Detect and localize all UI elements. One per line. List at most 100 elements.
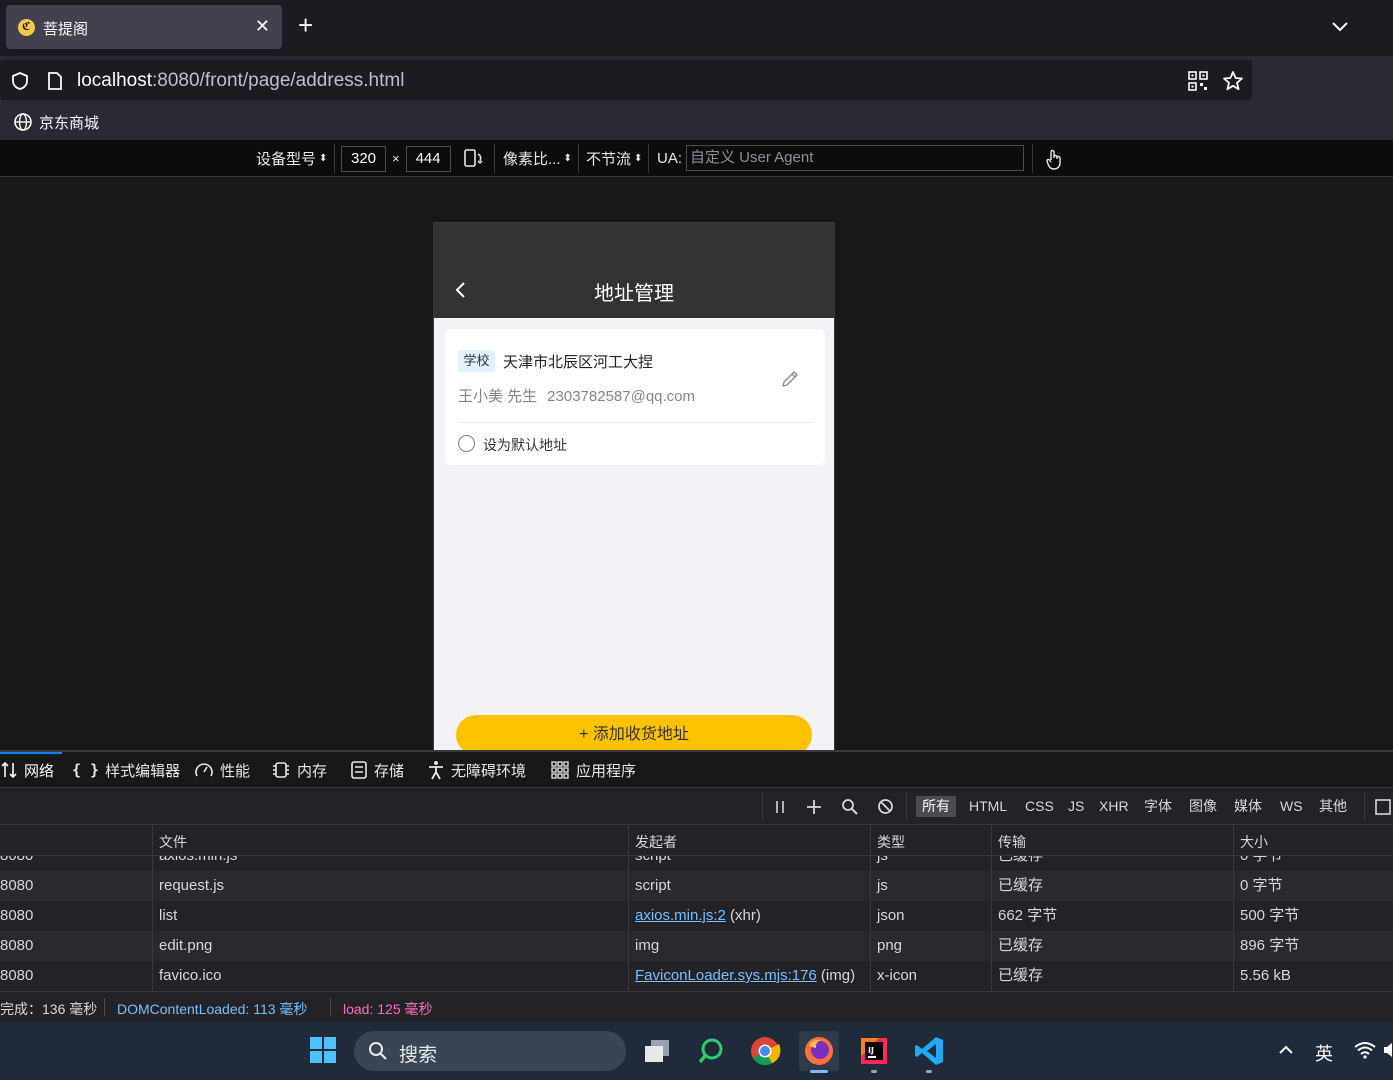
qr-code-icon[interactable] <box>1188 71 1208 91</box>
touch-simulation-icon[interactable] <box>1044 148 1064 170</box>
tab-label: 样式编辑器 <box>105 762 181 780</box>
column-size[interactable]: 大小 <box>1233 825 1393 856</box>
cell-transfer: 662 字节 <box>991 901 1233 931</box>
task-view-icon[interactable] <box>637 1031 677 1071</box>
search-app-icon[interactable] <box>691 1031 731 1071</box>
filter-html[interactable]: HTML <box>963 796 1013 817</box>
filter-all[interactable]: 所有 <box>916 796 956 817</box>
default-address-radio[interactable] <box>458 435 475 452</box>
search-placeholder: 搜索 <box>399 1045 438 1066</box>
edit-pencil-icon[interactable] <box>780 369 800 389</box>
toolbar-divider <box>494 144 495 173</box>
search-icon[interactable] <box>841 788 859 825</box>
address-tag-badge: 学校 <box>458 350 495 372</box>
wifi-icon[interactable] <box>1353 1040 1377 1060</box>
bookmarks-toolbar: 京东商城 <box>0 104 1393 140</box>
url-bar[interactable]: localhost:8080/front/page/address.html <box>0 60 1252 100</box>
status-divider <box>104 998 105 1016</box>
close-tab-icon[interactable]: ✕ <box>255 16 270 37</box>
network-arrows-icon <box>1 761 17 779</box>
chevron-up-icon[interactable] <box>1278 1042 1294 1058</box>
user-agent-input[interactable]: 自定义 User Agent <box>686 145 1024 171</box>
column-type[interactable]: 类型 <box>870 825 991 856</box>
filter-css[interactable]: CSS <box>1019 796 1060 817</box>
volume-icon[interactable] <box>1383 1040 1393 1060</box>
cell-type: js <box>870 856 991 871</box>
tab-network[interactable]: 网络 <box>0 752 54 788</box>
filter-ws[interactable]: WS <box>1274 796 1309 817</box>
table-row[interactable]: 8080 request.js script js 已缓存 0 字节 <box>0 871 1393 901</box>
cell-domain: 8080 <box>0 856 152 871</box>
status-finish: 完成：136 毫秒 <box>0 1001 98 1017</box>
new-tab-button[interactable]: + <box>298 12 313 38</box>
clear-block-icon[interactable] <box>877 788 894 825</box>
device-label: 设备型号 <box>256 151 317 168</box>
contact-info: 2303782587@qq.com <box>547 388 696 405</box>
cell-file: edit.png <box>152 931 628 961</box>
devtools-tabs: 网络 { } 样式编辑器 性能 内存 存储 无障碍环境 应用程序 <box>0 752 1393 788</box>
address-card[interactable]: 学校 天津市北辰区河工大捏 王小美 先生 2303782587@qq.com 设为… <box>445 329 825 465</box>
column-file[interactable]: 文件 <box>152 825 628 856</box>
filter-media[interactable]: 媒体 <box>1228 796 1268 817</box>
filter-js[interactable]: JS <box>1062 796 1090 817</box>
filter-font[interactable]: 字体 <box>1138 796 1178 817</box>
vscode-icon[interactable] <box>909 1031 949 1071</box>
tab-memory[interactable]: 内存 <box>271 752 327 788</box>
default-address-label[interactable]: 设为默认地址 <box>483 435 567 455</box>
responsive-design-toolbar: 设备型号 ⬍ 320 × 444 像素比... ⬍ 不节流 ⬍ UA: 自定义 … <box>0 140 1393 177</box>
intellij-icon[interactable]: IJ <box>854 1031 894 1071</box>
rdm-viewport: 地址管理 学校 天津市北辰区河工大捏 王小美 先生 2303782587@qq.c… <box>0 177 1393 750</box>
tab-accessibility[interactable]: 无障碍环境 <box>427 752 526 788</box>
url-text[interactable]: localhost:8080/front/page/address.html <box>77 70 404 92</box>
os-taskbar: 搜索 IJ 英 <box>0 1022 1393 1080</box>
page-title: 地址管理 <box>594 283 674 305</box>
throttle-selector[interactable]: 不节流 ⬍ <box>586 140 642 177</box>
cell-file: favico.ico <box>152 961 628 991</box>
times-sign: × <box>392 151 400 166</box>
filter-image[interactable]: 图像 <box>1183 796 1223 817</box>
device-selector[interactable]: 设备型号 ⬍ <box>256 140 327 177</box>
table-row[interactable]: 8080 list axios.min.js:2 (xhr) json 662 … <box>0 901 1393 931</box>
pause-icon[interactable] <box>773 788 787 825</box>
page-icon[interactable] <box>46 71 64 91</box>
ime-indicator[interactable]: 英 <box>1315 1040 1333 1066</box>
width-input[interactable]: 320 <box>341 145 386 172</box>
cell-transfer: 已缓存 <box>991 961 1233 991</box>
request-list: 8080 axios.min.js script js 已缓存 0 字节 808… <box>0 856 1393 991</box>
rotate-device-icon[interactable] <box>463 148 485 168</box>
checkbox-icon[interactable] <box>1375 788 1391 825</box>
column-transferred[interactable]: 传输 <box>991 825 1233 856</box>
windows-start-icon[interactable] <box>309 1036 337 1064</box>
chrome-icon[interactable] <box>745 1031 785 1071</box>
cell-size: 500 字节 <box>1233 901 1393 931</box>
bookmark-star-icon[interactable] <box>1221 69 1245 93</box>
add-request-icon[interactable] <box>806 788 822 825</box>
table-row[interactable]: 8080 edit.png img png 已缓存 896 字节 <box>0 931 1393 961</box>
add-address-button[interactable]: + 添加收货地址 <box>456 715 812 750</box>
filter-other[interactable]: 其他 <box>1313 796 1353 817</box>
cell-transfer: 已缓存 <box>991 871 1233 901</box>
tab-storage[interactable]: 存储 <box>350 752 404 788</box>
column-initiator[interactable]: 发起者 <box>628 825 870 856</box>
shield-icon[interactable] <box>10 71 30 91</box>
network-status-bar: 完成：136 毫秒 DOMContentLoaded: 113 毫秒 load:… <box>0 991 1393 1022</box>
firefox-icon[interactable] <box>799 1031 839 1071</box>
status-domcontentloaded: DOMContentLoaded: 113 毫秒 <box>117 1001 308 1017</box>
height-input[interactable]: 444 <box>405 145 451 172</box>
browser-tab[interactable]: ℭ 菩提阁 ✕ <box>6 5 282 49</box>
bookmark-item[interactable]: 京东商城 <box>13 112 99 132</box>
tab-style-editor[interactable]: { } 样式编辑器 <box>72 752 180 788</box>
taskbar-search[interactable]: 搜索 <box>354 1031 626 1071</box>
table-row[interactable]: 8080 favico.ico FaviconLoader.sys.mjs:17… <box>0 961 1393 991</box>
initiator-link[interactable]: FaviconLoader.sys.mjs:176 <box>635 967 817 984</box>
tab-application[interactable]: 应用程序 <box>550 752 636 788</box>
filter-xhr[interactable]: XHR <box>1093 796 1135 817</box>
table-row[interactable]: 8080 axios.min.js script js 已缓存 0 字节 <box>0 856 1393 871</box>
tab-performance[interactable]: 性能 <box>194 752 250 788</box>
svg-text:IJ: IJ <box>868 1046 874 1055</box>
dpr-selector[interactable]: 像素比... ⬍ <box>503 140 572 177</box>
globe-icon <box>14 113 32 131</box>
initiator-link[interactable]: axios.min.js:2 <box>635 907 726 924</box>
chevron-down-icon[interactable] <box>1330 16 1350 36</box>
toolbar-divider <box>1032 144 1033 173</box>
